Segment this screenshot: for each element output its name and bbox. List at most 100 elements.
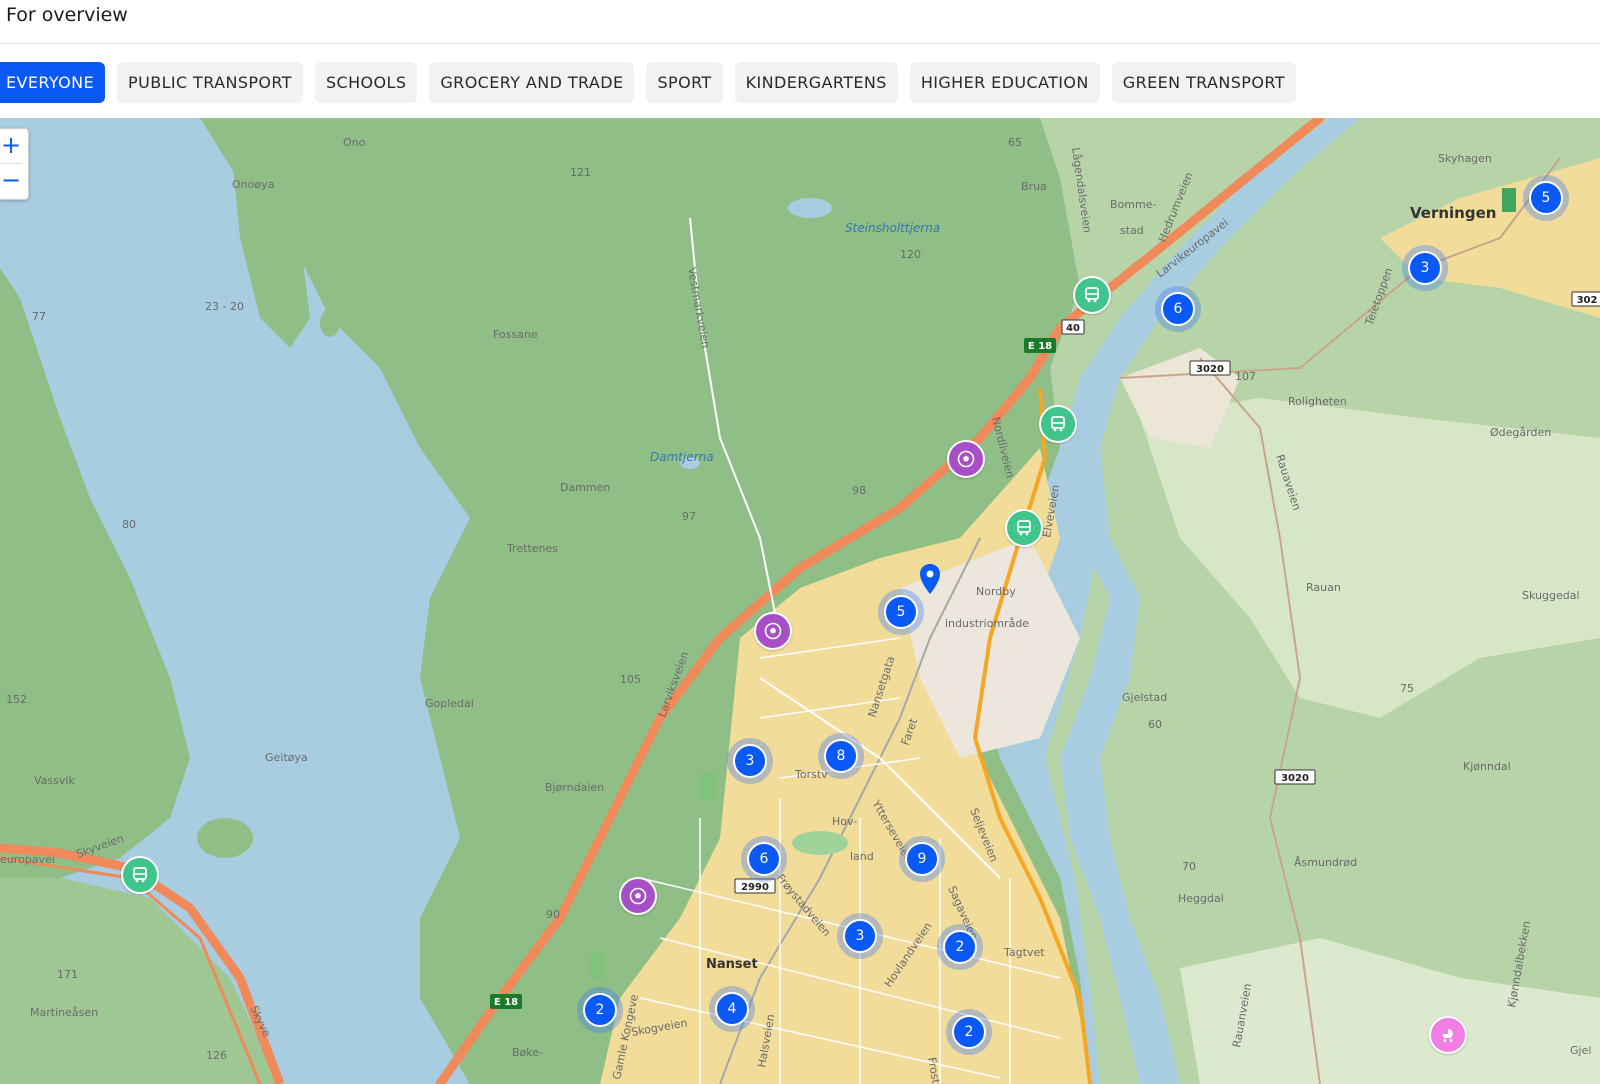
elevation-label: 152 <box>6 693 27 706</box>
bus-stop-marker[interactable] <box>1073 276 1111 314</box>
place-label: Nordby <box>976 585 1016 598</box>
cluster-marker[interactable]: 3 <box>837 913 883 959</box>
sport-marker[interactable] <box>754 612 792 650</box>
cluster-marker[interactable]: 2 <box>577 987 623 1033</box>
town-label-nanset: Nanset <box>706 957 758 972</box>
water-label-damtjerna: Damtjerna <box>650 450 714 464</box>
place-label: Vassvik <box>34 774 75 787</box>
elevation-label: 80 <box>122 518 136 531</box>
bus-stop-marker[interactable] <box>121 856 159 894</box>
filter-green-transport[interactable]: GREEN TRANSPORT <box>1111 62 1296 103</box>
cluster-count: 9 <box>905 842 939 876</box>
place-label: Geitøya <box>265 751 308 764</box>
kindergarten-marker[interactable] <box>1429 1016 1467 1054</box>
svg-text:E 18: E 18 <box>494 997 518 1008</box>
place-label: Roligheten <box>1288 395 1347 408</box>
cluster-count: 2 <box>943 930 977 964</box>
place-label: industriområde <box>945 617 1029 630</box>
cluster-count: 6 <box>1161 292 1195 326</box>
zoom-out-button[interactable]: − <box>0 163 22 198</box>
selected-location-marker[interactable] <box>919 563 941 599</box>
cluster-marker[interactable]: 5 <box>878 589 924 635</box>
cluster-marker[interactable]: 4 <box>709 986 755 1032</box>
map-base-layer: Steinsholttjerna Damtjerna Verningen Nan… <box>0 118 1600 1084</box>
filter-kindergartens[interactable]: KINDERGARTENS <box>734 62 898 103</box>
cluster-count: 5 <box>884 595 918 629</box>
place-label: Trettenes <box>506 542 558 555</box>
location-pin-icon <box>920 564 940 594</box>
zoom-control: + − <box>0 128 29 200</box>
elevation-label: 98 <box>852 484 866 497</box>
sport-marker[interactable] <box>619 877 657 915</box>
cluster-count: 3 <box>733 744 767 778</box>
place-label: Kjønndal <box>1463 760 1511 773</box>
filter-public-transport[interactable]: PUBLIC TRANSPORT <box>117 62 303 103</box>
place-label: Rauan <box>1306 581 1341 594</box>
football-icon <box>629 887 647 905</box>
stroller-icon <box>1442 1029 1453 1042</box>
cluster-count: 8 <box>824 739 858 773</box>
filter-everyone[interactable]: EVERYONE <box>0 62 106 103</box>
elevation-label: 60 <box>1148 718 1162 731</box>
svg-text:2990: 2990 <box>741 882 769 893</box>
cluster-count: 5 <box>1529 181 1563 215</box>
elevation-label: 105 <box>620 673 641 686</box>
water-label-steinsholttjerna: Steinsholttjerna <box>845 221 940 235</box>
filter-grocery-and-trade[interactable]: GROCERY AND TRADE <box>429 62 635 103</box>
cluster-marker[interactable]: 9 <box>899 836 945 882</box>
place-label: Hov- <box>832 815 857 828</box>
place-label: Gopledal <box>425 697 474 710</box>
road-shield: E 18 <box>1024 338 1056 353</box>
filter-schools[interactable]: SCHOOLS <box>314 62 418 103</box>
cluster-count: 3 <box>1408 251 1442 285</box>
place-label: Skyhagen <box>1438 152 1492 165</box>
elevation-label: 171 <box>57 968 78 981</box>
svg-text:E 18: E 18 <box>1028 341 1052 352</box>
place-label: Skuggedal <box>1522 589 1580 602</box>
bus-stop-marker[interactable] <box>1005 509 1043 547</box>
cluster-marker[interactable]: 3 <box>1402 245 1448 291</box>
elevation-label: 77 <box>32 310 46 323</box>
cluster-marker[interactable]: 6 <box>741 836 787 882</box>
cluster-marker[interactable]: 2 <box>946 1009 992 1055</box>
cluster-marker[interactable]: 5 <box>1523 175 1569 221</box>
filter-higher-education[interactable]: HIGHER EDUCATION <box>909 62 1100 103</box>
town-label-verningen: Verningen <box>1410 204 1496 222</box>
football-icon <box>957 450 975 468</box>
place-label: Onoøya <box>232 178 274 191</box>
place-label: Fossane <box>493 328 538 341</box>
cluster-count: 2 <box>583 993 617 1027</box>
place-label: Heggdal <box>1178 892 1224 905</box>
svg-text:3020: 3020 <box>1281 773 1309 784</box>
cluster-count: 6 <box>747 842 781 876</box>
sport-marker[interactable] <box>947 440 985 478</box>
place-label: Gjelstad <box>1122 691 1167 704</box>
place-label: Bjørndalen <box>545 781 604 794</box>
place-label: Bøke- <box>512 1046 543 1059</box>
elevation-label: 90 <box>546 908 560 921</box>
zoom-in-button[interactable]: + <box>0 129 22 163</box>
cluster-marker[interactable]: 3 <box>727 738 773 784</box>
cluster-marker[interactable]: 2 <box>937 924 983 970</box>
svg-text:3020: 3020 <box>1196 364 1224 375</box>
road-shield: 3020 <box>1274 769 1316 785</box>
place-label: stad <box>1120 224 1144 237</box>
place-label: Gjel <box>1570 1044 1591 1057</box>
elevation-label: 121 <box>570 166 591 179</box>
place-label: Martineåsen <box>30 1006 98 1019</box>
bus-icon <box>1051 416 1065 432</box>
page-title: For overview <box>6 4 128 26</box>
cluster-count: 3 <box>843 919 877 953</box>
bus-stop-marker[interactable] <box>1039 405 1077 443</box>
elevation-label: 65 <box>1008 136 1022 149</box>
cluster-marker[interactable]: 6 <box>1155 286 1201 332</box>
filter-sport[interactable]: SPORT <box>646 62 723 103</box>
road-shield: E 18 <box>490 994 522 1009</box>
svg-text:40: 40 <box>1066 323 1080 334</box>
road-shield: 302 <box>1571 291 1600 307</box>
cluster-marker[interactable]: 8 <box>818 733 864 779</box>
bus-icon <box>1017 520 1031 536</box>
map-view[interactable]: Steinsholttjerna Damtjerna Verningen Nan… <box>0 118 1600 1084</box>
elevation-label: 75 <box>1400 682 1414 695</box>
cluster-count: 2 <box>952 1015 986 1049</box>
